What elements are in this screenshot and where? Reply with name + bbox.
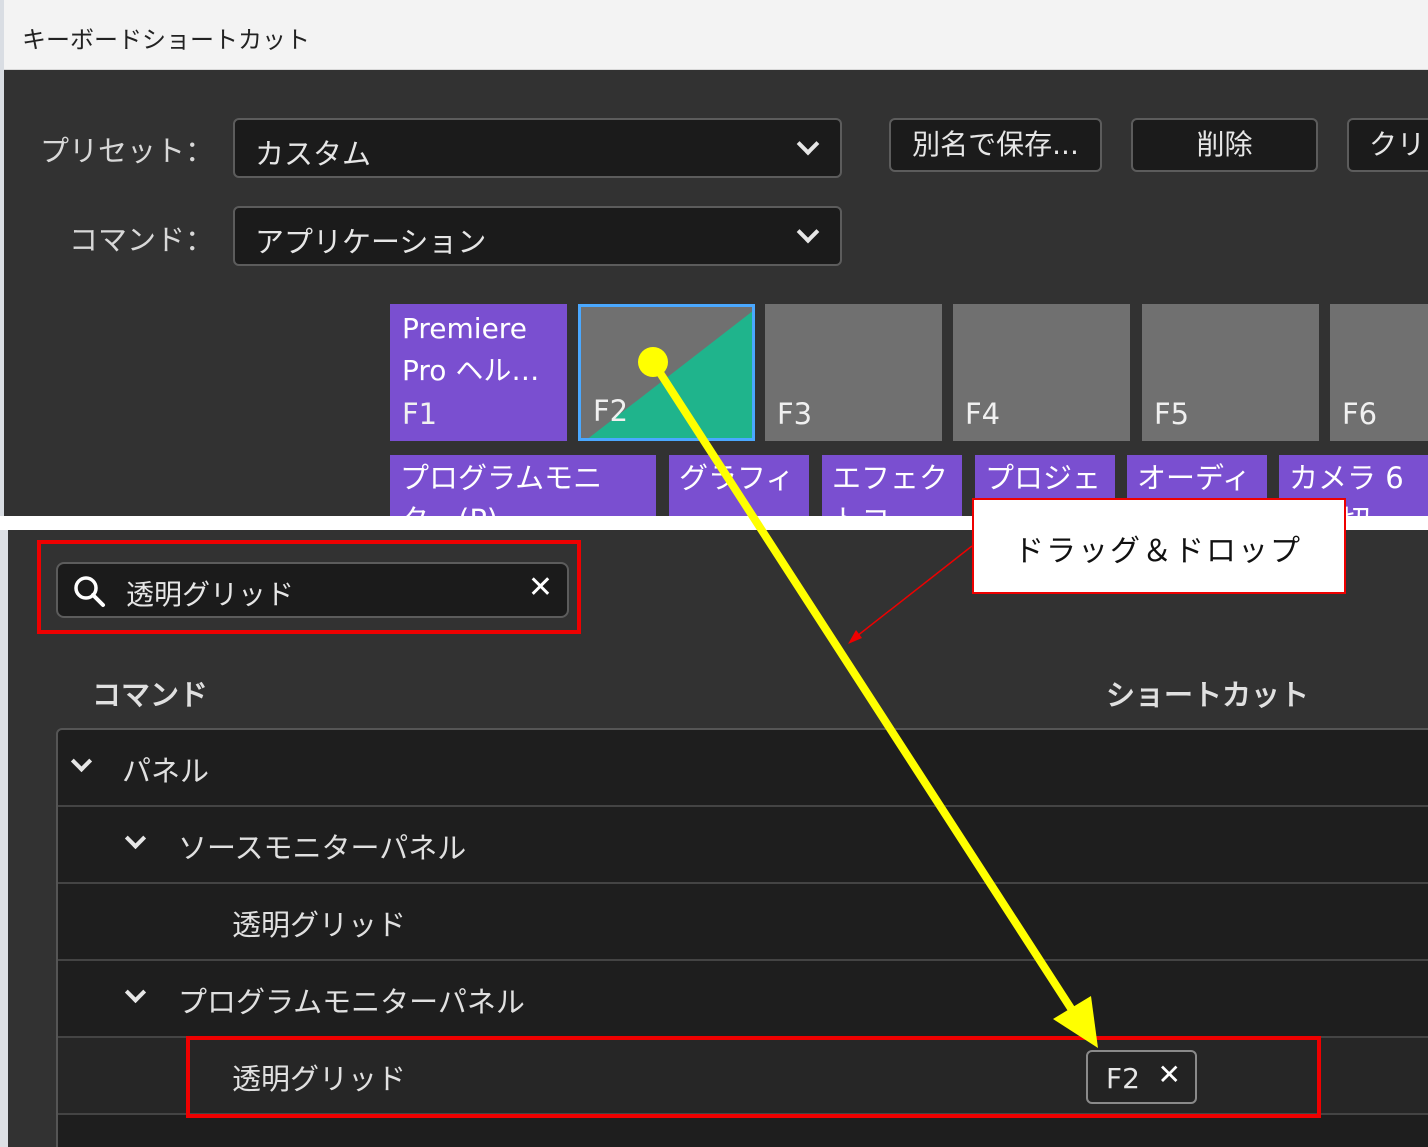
key-f1-label: F1 (402, 397, 438, 431)
key-row2-3[interactable]: エフェクトコ… (822, 455, 962, 516)
preset-dropdown[interactable]: カスタム (233, 118, 842, 178)
chevron-down-icon[interactable] (124, 981, 147, 1004)
drag-and-drop-callout: ドラッグ＆ドロップ (972, 498, 1346, 594)
key-row2-2-line1: グラフィ (679, 461, 795, 495)
chevron-down-icon[interactable] (70, 750, 93, 773)
key-row2-6-line1: カメラ 6 (1289, 461, 1404, 495)
key-row2-4-line1: プロジェ (985, 461, 1102, 495)
tree-row-panel[interactable]: パネル (58, 730, 1428, 807)
key-f3[interactable]: F3 (765, 304, 942, 441)
delete-button[interactable]: 削除 (1131, 118, 1318, 172)
key-row2-1-line2: ター(P) (400, 503, 498, 516)
key-f5-label: F5 (1154, 397, 1190, 431)
key-row2-2-line2: … (679, 503, 708, 516)
tree-row-program-monitor[interactable]: プログラムモニターパネル (58, 961, 1428, 1038)
key-row2-5-line1: オーディ (1137, 461, 1251, 495)
search-highlight-box (37, 540, 581, 634)
title-bar: キーボードショートカット (0, 0, 1428, 70)
key-f3-label: F3 (777, 397, 813, 431)
key-f1-command-line2: Pro ヘル… (402, 354, 540, 387)
command-label: コマンド： (68, 223, 214, 257)
key-row2-1[interactable]: プログラムモニター(P) (390, 455, 656, 516)
key-row2-3-line1: エフェク (832, 461, 949, 495)
key-row2-5-command: オーディ (1137, 457, 1251, 499)
key-row2-2[interactable]: グラフィ … (669, 455, 809, 516)
key-f4-label: F4 (965, 397, 1001, 431)
key-row2-3-line2: トコ… (832, 503, 919, 516)
key-f6-label: F6 (1342, 397, 1378, 431)
save-as-button[interactable]: 別名で保存... (889, 118, 1102, 172)
tree-row-source-transparency-grid[interactable]: 透明グリッド (58, 884, 1428, 961)
preset-value: カスタム (255, 137, 372, 171)
tree-label-source-monitor: ソースモニターパネル (178, 831, 467, 865)
key-f1[interactable]: Premiere Pro ヘル… F1 (390, 304, 567, 441)
key-f6[interactable]: F6 (1330, 304, 1428, 441)
tree-label-source-item: 透明グリッド (232, 908, 407, 942)
chevron-down-icon[interactable] (124, 827, 147, 850)
key-f4[interactable]: F4 (953, 304, 1130, 441)
tree-label-panel: パネル (122, 754, 210, 788)
key-f1-command: Premiere Pro ヘル… (402, 308, 539, 392)
key-f1-command-line1: Premiere (402, 312, 527, 345)
preset-label: プリセット： (39, 134, 214, 168)
key-f2[interactable]: F2 (578, 304, 755, 441)
key-row2-1-command: プログラムモニター(P) (400, 457, 602, 516)
key-row2-2-command: グラフィ … (679, 457, 794, 516)
command-column-header[interactable]: コマンド (92, 672, 208, 714)
key-row2-1-line1: プログラムモニ (400, 461, 603, 495)
window-edge (0, 530, 8, 1147)
result-highlight-box (186, 1036, 1321, 1118)
key-f5[interactable]: F5 (1142, 304, 1319, 441)
tree-label-program-monitor: プログラムモニターパネル (178, 985, 525, 1019)
key-row2-3-command: エフェクトコ… (832, 457, 948, 516)
command-dropdown[interactable]: アプリケーション (233, 206, 842, 266)
chevron-down-icon (796, 132, 820, 156)
key-row2-4-command: プロジェ (985, 457, 1101, 499)
clear-button[interactable]: クリ (1347, 118, 1428, 172)
tree-row-source-monitor[interactable]: ソースモニターパネル (58, 807, 1428, 884)
command-value: アプリケーション (255, 225, 487, 259)
chevron-down-icon (796, 220, 820, 244)
key-f2-label: F2 (593, 394, 629, 428)
callout-text: ドラッグ＆ドロップ (1014, 534, 1302, 569)
shortcut-column-header[interactable]: ショートカット (1106, 672, 1309, 714)
window-edge (0, 0, 4, 516)
window-title: キーボードショートカット (22, 26, 310, 54)
keyboard-shortcuts-dialog: キーボードショートカット プリセット： カスタム コマンド： アプリケーション … (0, 0, 1428, 516)
